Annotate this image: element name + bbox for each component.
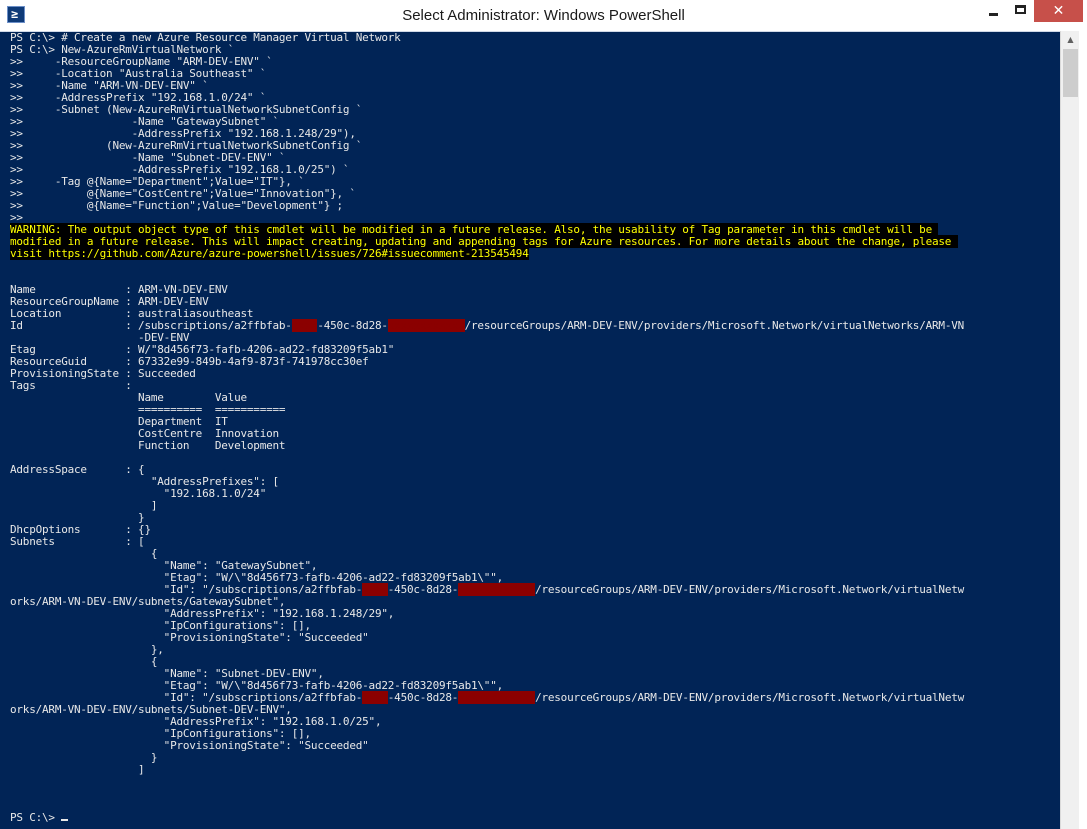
console-text: ] bbox=[10, 763, 145, 776]
console-line: ] bbox=[10, 764, 1060, 776]
console-line: "ProvisioningState": "Succeeded" bbox=[10, 632, 1060, 644]
console-line: DhcpOptions : {} bbox=[10, 524, 1060, 536]
minimize-button[interactable] bbox=[978, 0, 1008, 22]
window-frame-edge bbox=[1079, 31, 1087, 829]
console-line: } bbox=[10, 752, 1060, 764]
scrollbar-thumb[interactable] bbox=[1063, 49, 1078, 97]
close-button[interactable]: ✕ bbox=[1034, 0, 1083, 22]
redacted-block: xxxxxxxxxxxx bbox=[387, 319, 465, 332]
console-line: "192.168.1.0/24" bbox=[10, 488, 1060, 500]
redacted-block: xxxxxxxxxxxx bbox=[458, 691, 536, 704]
redacted-block: xxxx bbox=[362, 583, 388, 596]
window-title: Select Administrator: Windows PowerShell bbox=[402, 7, 685, 24]
console-output[interactable]: PS C:\> # Create a new Azure Resource Ma… bbox=[10, 32, 1060, 829]
console-text: /resourceGroups/ARM-DEV-ENV/providers/Mi… bbox=[535, 583, 965, 596]
redacted-block: xxxx bbox=[362, 691, 388, 704]
maximize-icon bbox=[1015, 5, 1026, 14]
redacted-block: xxxx bbox=[291, 319, 318, 332]
console-text: Function Development bbox=[10, 439, 286, 452]
maximize-button[interactable] bbox=[1007, 0, 1034, 22]
console-line: } bbox=[10, 512, 1060, 524]
console-text: PS C:\> bbox=[10, 811, 62, 824]
minimize-icon bbox=[989, 13, 998, 16]
console-text: >> @{Name="Function";Value="Development"… bbox=[10, 199, 343, 212]
console-text: /resourceGroups/ARM-DEV-ENV/providers/Mi… bbox=[464, 319, 965, 332]
console-line: ProvisioningState : Succeeded bbox=[10, 368, 1060, 380]
console-line: PS C:\> bbox=[10, 812, 1060, 824]
title-bar[interactable]: ≥ Select Administrator: Windows PowerShe… bbox=[0, 0, 1087, 32]
console-text: -450c-8d28- bbox=[387, 583, 459, 596]
scroll-up-arrow-icon[interactable]: ▲ bbox=[1061, 31, 1080, 48]
text-cursor bbox=[61, 819, 69, 821]
console-line: }, bbox=[10, 644, 1060, 656]
powershell-window: ≥ Select Administrator: Windows PowerShe… bbox=[0, 0, 1087, 829]
console-line: >> @{Name="Function";Value="Development"… bbox=[10, 200, 1060, 212]
console-text: /resourceGroups/ARM-DEV-ENV/providers/Mi… bbox=[535, 691, 965, 704]
console-line: "ProvisioningState": "Succeeded" bbox=[10, 740, 1060, 752]
close-icon: ✕ bbox=[1052, 3, 1065, 19]
console-line: Subnets : [ bbox=[10, 536, 1060, 548]
console-line: ] bbox=[10, 500, 1060, 512]
console-line: Function Development bbox=[10, 440, 1060, 452]
redacted-block: xxxxxxxxxxxx bbox=[458, 583, 536, 596]
console-text: -450c-8d28- bbox=[387, 691, 459, 704]
warning-text: visit https://github.com/Azure/azure-pow… bbox=[10, 247, 529, 260]
console-line: visit https://github.com/Azure/azure-pow… bbox=[10, 247, 1060, 260]
console-text: -450c-8d28- bbox=[317, 319, 388, 332]
vertical-scrollbar[interactable]: ▲ bbox=[1060, 31, 1080, 829]
